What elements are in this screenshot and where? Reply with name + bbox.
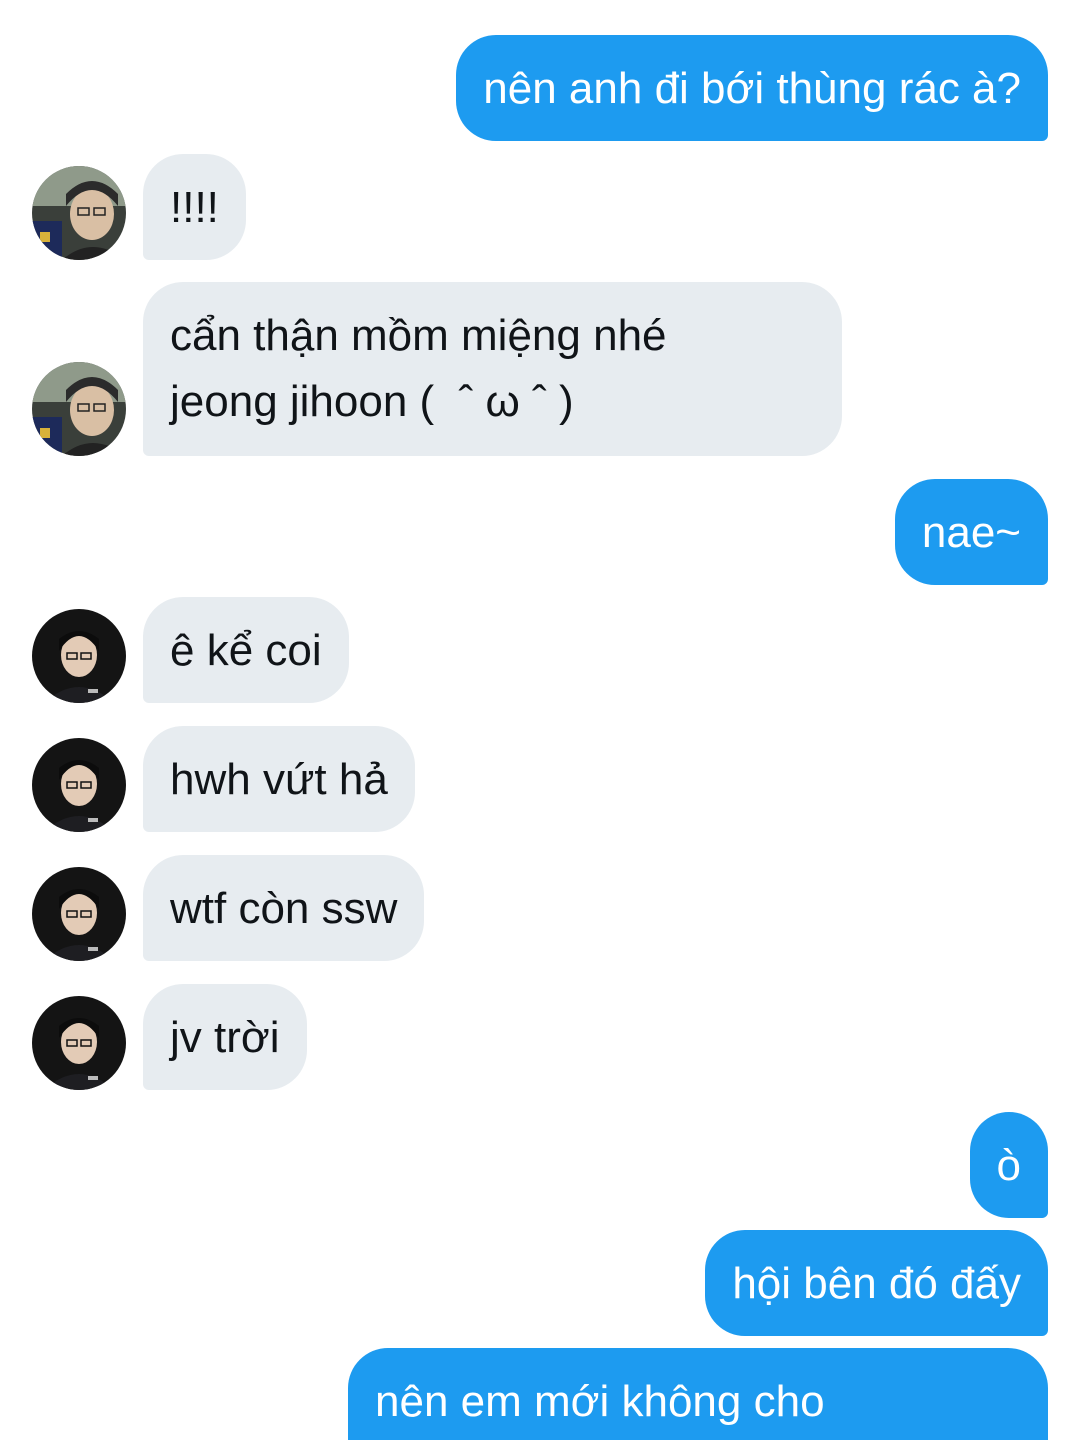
incoming-message-bubble[interactable]: wtf còn ssw xyxy=(143,855,425,961)
user-b-avatar[interactable] xyxy=(32,609,126,703)
user-a-avatar-image xyxy=(32,166,126,260)
user-b-avatar[interactable] xyxy=(32,738,126,832)
chat-thread: nên anh đi bới thùng rác à? !!!! cẩn thậ… xyxy=(0,0,1080,1440)
user-b-avatar-image xyxy=(32,867,126,961)
incoming-message-bubble[interactable]: cẩn thận mồm miệng nhé jeong jihoon ( ˆ … xyxy=(143,282,842,456)
outgoing-message-bubble[interactable]: hội bên đó đấy xyxy=(705,1230,1048,1336)
user-b-avatar[interactable] xyxy=(32,996,126,1090)
user-b-avatar-image xyxy=(32,996,126,1090)
incoming-message-bubble[interactable]: ê kể coi xyxy=(143,597,349,703)
incoming-message-bubble[interactable]: !!!! xyxy=(143,154,246,260)
user-b-avatar-image xyxy=(32,738,126,832)
incoming-message-bubble[interactable]: hwh vứt hả xyxy=(143,726,415,832)
incoming-message-bubble[interactable]: jv trời xyxy=(143,984,307,1090)
user-b-avatar-image xyxy=(32,609,126,703)
user-b-avatar[interactable] xyxy=(32,867,126,961)
user-a-avatar[interactable] xyxy=(32,166,126,260)
user-a-avatar-image xyxy=(32,362,126,456)
user-a-avatar[interactable] xyxy=(32,362,126,456)
outgoing-message-bubble[interactable]: nên anh đi bới thùng rác à? xyxy=(456,35,1048,141)
outgoing-message-bubble[interactable]: nên em mới không cho xyxy=(348,1348,1048,1440)
outgoing-message-bubble[interactable]: nae~ xyxy=(894,479,1048,585)
outgoing-message-bubble[interactable]: ò xyxy=(969,1112,1048,1218)
